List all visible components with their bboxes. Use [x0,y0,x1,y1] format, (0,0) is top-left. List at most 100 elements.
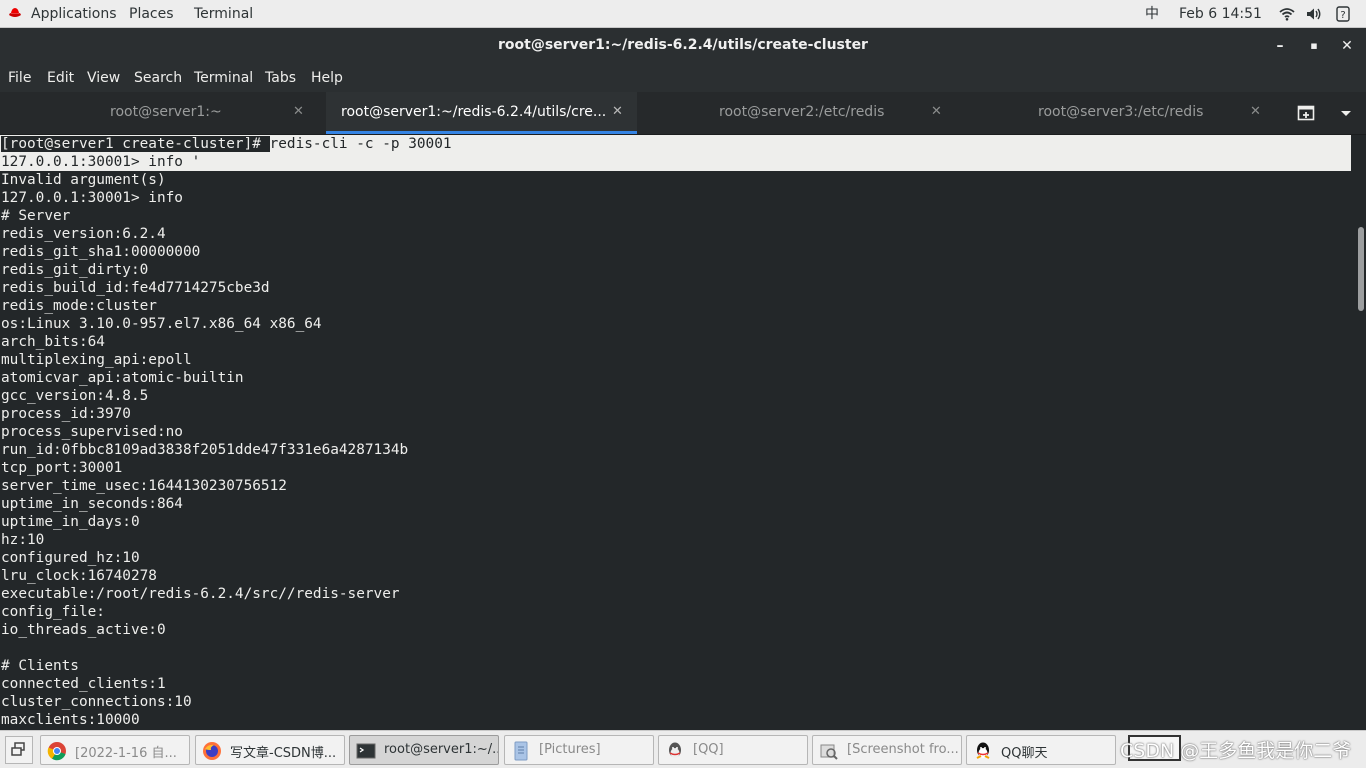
qq-icon [976,742,990,759]
taskbar-item-label: [QQ] [693,742,724,757]
terminal-line: 127.0.0.1:30001> info [1,190,183,206]
taskbar-item-label: [Pictures] [539,742,601,757]
menu-file[interactable]: File [8,70,31,86]
tab-label: root@server3:/etc/redis [1038,104,1204,120]
taskbar-item-firefox[interactable]: 写文章-CSDN博... [195,735,345,765]
terminal-line: tcp_port:30001 [1,460,123,476]
files-icon [514,741,528,761]
window-titlebar[interactable]: root@server1:~/redis-6.2.4/utils/create-… [0,28,1366,63]
taskbar-item-label: [Screenshot fro... [847,742,959,757]
terminal-line: executable:/root/redis-6.2.4/src//redis-… [1,586,400,602]
desktop-icon [11,742,25,756]
terminal-line: config_file: [1,604,105,620]
clock[interactable]: Feb 6 14:51 [1179,5,1262,23]
minimize-button[interactable]: – [1270,36,1290,56]
shell-prompt: [root@server1 create-cluster]# [1,136,270,152]
taskbar-item-terminal[interactable]: root@server1:~/... [349,735,499,765]
taskbar-item-label: 写文章-CSDN博... [230,746,337,761]
window-title: root@server1:~/redis-6.2.4/utils/create-… [498,37,868,53]
new-tab-icon[interactable] [1297,105,1315,121]
menu-edit[interactable]: Edit [47,70,74,86]
tab-label: root@server1:~/redis-6.2.4/utils/cre... [341,104,607,120]
terminal-line: # Server [1,208,71,224]
terminal-line: redis_version:6.2.4 [1,226,166,242]
wifi-icon[interactable] [1279,7,1295,21]
taskbar-item-qq-chat[interactable]: QQ聊天 [966,735,1116,765]
terminal-line: server_time_usec:1644130230756512 [1,478,287,494]
screenshot-icon [820,744,838,760]
firefox-icon [203,742,221,760]
tab-server2-etc-redis[interactable]: root@server2:/etc/redis ✕ [637,92,957,134]
taskbar-item-pictures[interactable]: [Pictures] [504,735,654,765]
terminal-icon [356,743,376,759]
taskbar-item-qq[interactable]: [QQ] [658,735,808,765]
terminal-line: io_threads_active:0 [1,622,166,638]
tabs-menu-chevron-down-icon[interactable] [1340,110,1352,118]
redhat-icon [9,8,21,17]
show-desktop-button[interactable] [5,736,33,764]
applications-menu[interactable]: Applications [31,5,117,23]
tab-label: root@server1:~ [110,104,222,120]
terminal-line: atomicvar_api:atomic-builtin [1,370,244,386]
help-icon[interactable]: ? [1336,6,1350,22]
terminal-line: maxclients:10000 [1,712,140,728]
input-method-indicator[interactable]: 中 [1145,5,1159,23]
places-menu[interactable]: Places [129,5,174,23]
taskbar-item-label: QQ聊天 [1001,746,1048,761]
selection-highlight [0,153,1351,171]
terminal-line: redis_mode:cluster [1,298,157,314]
terminal-line: multiplexing_api:epoll [1,352,192,368]
terminal-line: connected_clients:1 [1,676,166,692]
menu-search[interactable]: Search [134,70,182,86]
close-button[interactable]: ✕ [1337,36,1357,56]
tab-close-icon[interactable]: ✕ [931,104,942,119]
tab-server3-etc-redis[interactable]: root@server3:/etc/redis ✕ [957,92,1277,134]
menu-bar: File Edit View Search Terminal Tabs Help [0,63,1366,92]
taskbar-item-label: root@server1:~/... [384,742,499,757]
qq-icon [669,742,681,758]
menu-help[interactable]: Help [311,70,343,86]
terminal-output[interactable]: [root@server1 create-cluster]# redis-cli… [0,135,1356,730]
maximize-button[interactable]: ▪ [1304,36,1324,56]
terminal-line: redis_git_dirty:0 [1,262,149,278]
tab-close-icon[interactable]: ✕ [293,104,304,119]
terminal-scrollbar[interactable] [1356,135,1366,730]
terminal-line: os:Linux 3.10.0-957.el7.x86_64 x86_64 [1,316,322,332]
tab-server1-home[interactable]: root@server1:~ ✕ [0,92,326,134]
terminal-line: uptime_in_days:0 [1,514,140,530]
tab-bar: root@server1:~ ✕ root@server1:~/redis-6.… [0,92,1366,135]
top-panel: Applications Places Terminal 中 Feb 6 14:… [0,0,1366,28]
menu-view[interactable]: View [87,70,120,86]
volume-icon[interactable] [1306,7,1322,21]
tab-label: root@server2:/etc/redis [719,104,885,120]
scrollbar-thumb[interactable] [1358,227,1364,311]
terminal-line: 127.0.0.1:30001> info ' [1,154,201,170]
terminal-line: configured_hz:10 [1,550,140,566]
svg-text:?: ? [1340,10,1345,21]
menu-tabs[interactable]: Tabs [265,70,296,86]
terminal-line: lru_clock:16740278 [1,568,157,584]
active-tab-indicator [326,131,637,134]
terminal-line: Invalid argument(s) [1,172,166,188]
tab-close-icon[interactable]: ✕ [1250,104,1261,119]
terminal-line: gcc_version:4.8.5 [1,388,149,404]
csdn-watermark: CSDN @王多鱼我是你二爷 [1120,740,1352,762]
terminal-line: redis_git_sha1:00000000 [1,244,201,260]
shell-command: redis-cli -c -p 30001 [269,136,452,152]
taskbar-item-chrome[interactable]: [2022-1-16 自... [40,735,190,765]
terminal-app-menu[interactable]: Terminal [194,5,253,23]
tab-server1-create-cluster[interactable]: root@server1:~/redis-6.2.4/utils/cre... … [326,92,637,134]
terminal-line: cluster_connections:10 [1,694,192,710]
terminal-line: uptime_in_seconds:864 [1,496,183,512]
terminal-line: process_id:3970 [1,406,131,422]
terminal-line: redis_build_id:fe4d7714275cbe3d [1,280,270,296]
menu-terminal[interactable]: Terminal [194,70,253,86]
terminal-line: hz:10 [1,532,45,548]
taskbar-item-screenshot[interactable]: [Screenshot fro... [812,735,962,765]
terminal-line: process_supervised:no [1,424,183,440]
terminal-line: run_id:0fbbc8109ad3838f2051dde47f331e6a4… [1,442,409,458]
taskbar-item-label: [2022-1-16 自... [75,746,177,761]
terminal-line: arch_bits:64 [1,334,105,350]
terminal-line: # Clients [1,658,79,674]
tab-close-icon[interactable]: ✕ [612,104,623,119]
